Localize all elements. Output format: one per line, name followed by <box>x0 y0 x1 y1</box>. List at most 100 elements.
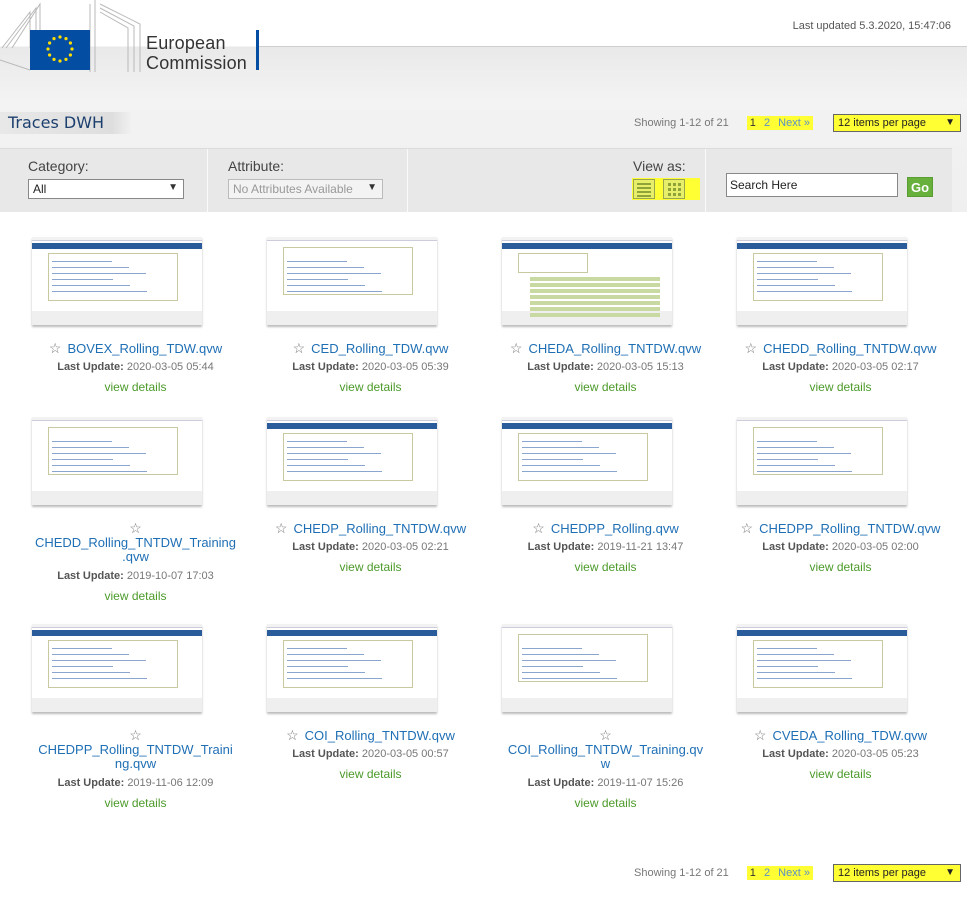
page-links: 1 2 Next » <box>746 866 813 880</box>
document-thumbnail[interactable] <box>502 624 672 712</box>
document-tile: ☆ CHEDD_Rolling_TNTDW.qvw Last Update: 202… <box>723 237 958 407</box>
view-details-link[interactable]: view details <box>18 796 253 810</box>
last-update-row: Last Update: 2020-03-05 02:17 <box>723 361 958 373</box>
last-update-row: Last Update: 2020-03-05 15:13 <box>488 361 723 373</box>
last-update-row: Last Update: 2019-11-06 12:09 <box>18 777 253 789</box>
attribute-select[interactable]: No Attributes Available ▼ <box>228 179 383 199</box>
document-name-link[interactable]: CHEDPP_Rolling_TNTDW.qvw <box>759 521 940 536</box>
document-thumbnail[interactable] <box>32 417 202 505</box>
grid-view-icon[interactable] <box>663 179 685 199</box>
document-name-link[interactable]: CED_Rolling_TDW.qvw <box>311 341 448 356</box>
last-update-row: Last Update: 2020-03-05 05:23 <box>723 748 958 760</box>
document-tile: ☆ COI_Rolling_TNTDW_Training.qv w Last Upda… <box>488 624 723 810</box>
view-details-link[interactable]: view details <box>253 767 488 781</box>
favorite-star-icon[interactable]: ☆ <box>49 340 62 356</box>
view-details-link[interactable]: view details <box>488 796 723 810</box>
last-update-row: Last Update: 2020-03-05 02:00 <box>723 541 958 553</box>
next-link[interactable]: Next » <box>778 867 810 879</box>
document-name-link[interactable]: COI_Rolling_TNTDW.qvw <box>305 728 455 743</box>
document-thumbnail[interactable] <box>737 237 907 325</box>
items-per-page-select[interactable]: 12 items per page ▼ <box>832 864 961 882</box>
last-update-row: Last Update: 2020-03-05 00:57 <box>253 748 488 760</box>
document-name-link[interactable]: CHEDP_Rolling_TNTDW.qvw <box>293 521 466 536</box>
view-details-link[interactable]: view details <box>488 380 723 394</box>
favorite-star-icon[interactable]: ☆ <box>745 340 758 356</box>
favorite-star-icon[interactable]: ☆ <box>293 340 306 356</box>
document-name-link[interactable]: COI_Rolling_TNTDW_Training.qv <box>488 743 723 757</box>
favorite-star-icon[interactable]: ☆ <box>532 520 545 536</box>
favorite-star-icon[interactable]: ☆ <box>754 727 767 743</box>
document-tile: ☆ CHEDA_Rolling_TNTDW.qvw Last Update: 202… <box>488 237 723 407</box>
logo-text: European Commission <box>146 33 247 73</box>
favorite-star-icon[interactable]: ☆ <box>18 727 253 743</box>
favorite-star-icon[interactable]: ☆ <box>741 520 754 536</box>
favorite-star-icon[interactable]: ☆ <box>18 520 253 536</box>
document-thumbnail[interactable] <box>32 624 202 712</box>
document-name-row: ☆ BOVEX_Rolling_TDW.qvw <box>18 340 253 357</box>
page-link-2[interactable]: 2 <box>764 867 770 879</box>
document-name-link[interactable]: BOVEX_Rolling_TDW.qvw <box>67 341 222 356</box>
view-details-link[interactable]: view details <box>253 560 488 574</box>
document-name-row: ☆ CHEDD_Rolling_TNTDW_Training .qvw <box>18 520 253 564</box>
document-name-link-cont[interactable]: .qvw <box>18 550 253 564</box>
search-input[interactable]: Search Here <box>726 173 898 197</box>
european-commission-logo[interactable]: European Commission <box>0 0 262 75</box>
view-details-link[interactable]: view details <box>723 560 958 574</box>
last-update-label: Last Update: <box>527 361 594 373</box>
last-update-label: Last Update: <box>57 570 124 582</box>
document-thumbnail[interactable] <box>737 417 907 505</box>
go-button[interactable]: Go <box>907 177 933 197</box>
list-view-icon[interactable] <box>633 179 655 199</box>
items-per-page-value: 12 items per page <box>837 117 927 129</box>
next-link[interactable]: Next » <box>778 117 810 129</box>
document-name-link[interactable]: CHEDPP_Rolling.qvw <box>551 521 679 536</box>
document-thumbnail[interactable] <box>267 624 437 712</box>
last-update-label: Last Update: <box>292 361 359 373</box>
view-details-link[interactable]: view details <box>18 380 253 394</box>
document-name-link[interactable]: CHEDD_Rolling_TNTDW_Training <box>18 536 253 550</box>
last-update-row: Last Update: 2019-11-21 13:47 <box>488 541 723 553</box>
page-link-2[interactable]: 2 <box>764 117 770 129</box>
page-link-1[interactable]: 1 <box>750 867 756 879</box>
attribute-label: Attribute: <box>228 158 285 174</box>
last-update-date: 2019-11-06 12:09 <box>127 777 214 789</box>
document-thumbnail[interactable] <box>737 624 907 712</box>
document-thumbnail[interactable] <box>267 237 437 325</box>
document-thumbnail[interactable] <box>267 417 437 505</box>
document-name-link-cont[interactable]: ng.qvw <box>18 757 253 771</box>
view-details-link[interactable]: view details <box>488 560 723 574</box>
document-tile: ☆ CHEDPP_Rolling_TNTDW_Traini ng.qvw Last U… <box>18 624 253 810</box>
logo-bar <box>256 30 259 70</box>
favorite-star-icon[interactable]: ☆ <box>286 727 299 743</box>
last-update-row: Last Update: 2019-10-07 17:03 <box>18 570 253 582</box>
document-name-row: ☆ CHEDPP_Rolling_TNTDW_Traini ng.qvw <box>18 727 253 771</box>
page-link-1[interactable]: 1 <box>750 117 756 129</box>
document-tile: ☆ CVEDA_Rolling_TDW.qvw Last Update: 2020-… <box>723 624 958 794</box>
last-update-label: Last Update: <box>762 361 829 373</box>
last-update-date: 2020-03-05 15:13 <box>596 361 684 373</box>
last-update-label: Last Update: <box>292 541 359 553</box>
document-thumbnail[interactable] <box>502 417 672 505</box>
document-name-link[interactable]: CVEDA_Rolling_TDW.qvw <box>772 728 927 743</box>
favorite-star-icon[interactable]: ☆ <box>488 727 723 743</box>
view-details-link[interactable]: view details <box>18 589 253 603</box>
document-name-link-cont[interactable]: w <box>488 757 723 771</box>
document-name-link[interactable]: CHEDD_Rolling_TNTDW.qvw <box>763 341 936 356</box>
view-details-link[interactable]: view details <box>723 380 958 394</box>
pager-bottom: Showing 1-12 of 21 1 2 Next » 12 items p… <box>634 862 961 884</box>
chevron-down-icon: ▼ <box>367 182 377 193</box>
favorite-star-icon[interactable]: ☆ <box>510 340 523 356</box>
view-details-link[interactable]: view details <box>253 380 488 394</box>
document-name-link[interactable]: CHEDA_Rolling_TNTDW.qvw <box>528 341 701 356</box>
document-thumbnail[interactable] <box>32 237 202 325</box>
last-update-date: 2020-03-05 00:57 <box>361 748 449 760</box>
document-name-link[interactable]: CHEDPP_Rolling_TNTDW_Traini <box>18 743 253 757</box>
document-name-row: ☆ CVEDA_Rolling_TDW.qvw <box>723 727 958 744</box>
items-per-page-select[interactable]: 12 items per page ▼ <box>832 114 961 132</box>
view-details-link[interactable]: view details <box>723 767 958 781</box>
page-links: 1 2 Next » <box>746 116 813 130</box>
document-thumbnail[interactable] <box>502 237 672 325</box>
document-tile: ☆ CHEDP_Rolling_TNTDW.qvw Last Update: 202… <box>253 417 488 587</box>
favorite-star-icon[interactable]: ☆ <box>275 520 288 536</box>
category-select[interactable]: All ▼ <box>28 179 184 199</box>
